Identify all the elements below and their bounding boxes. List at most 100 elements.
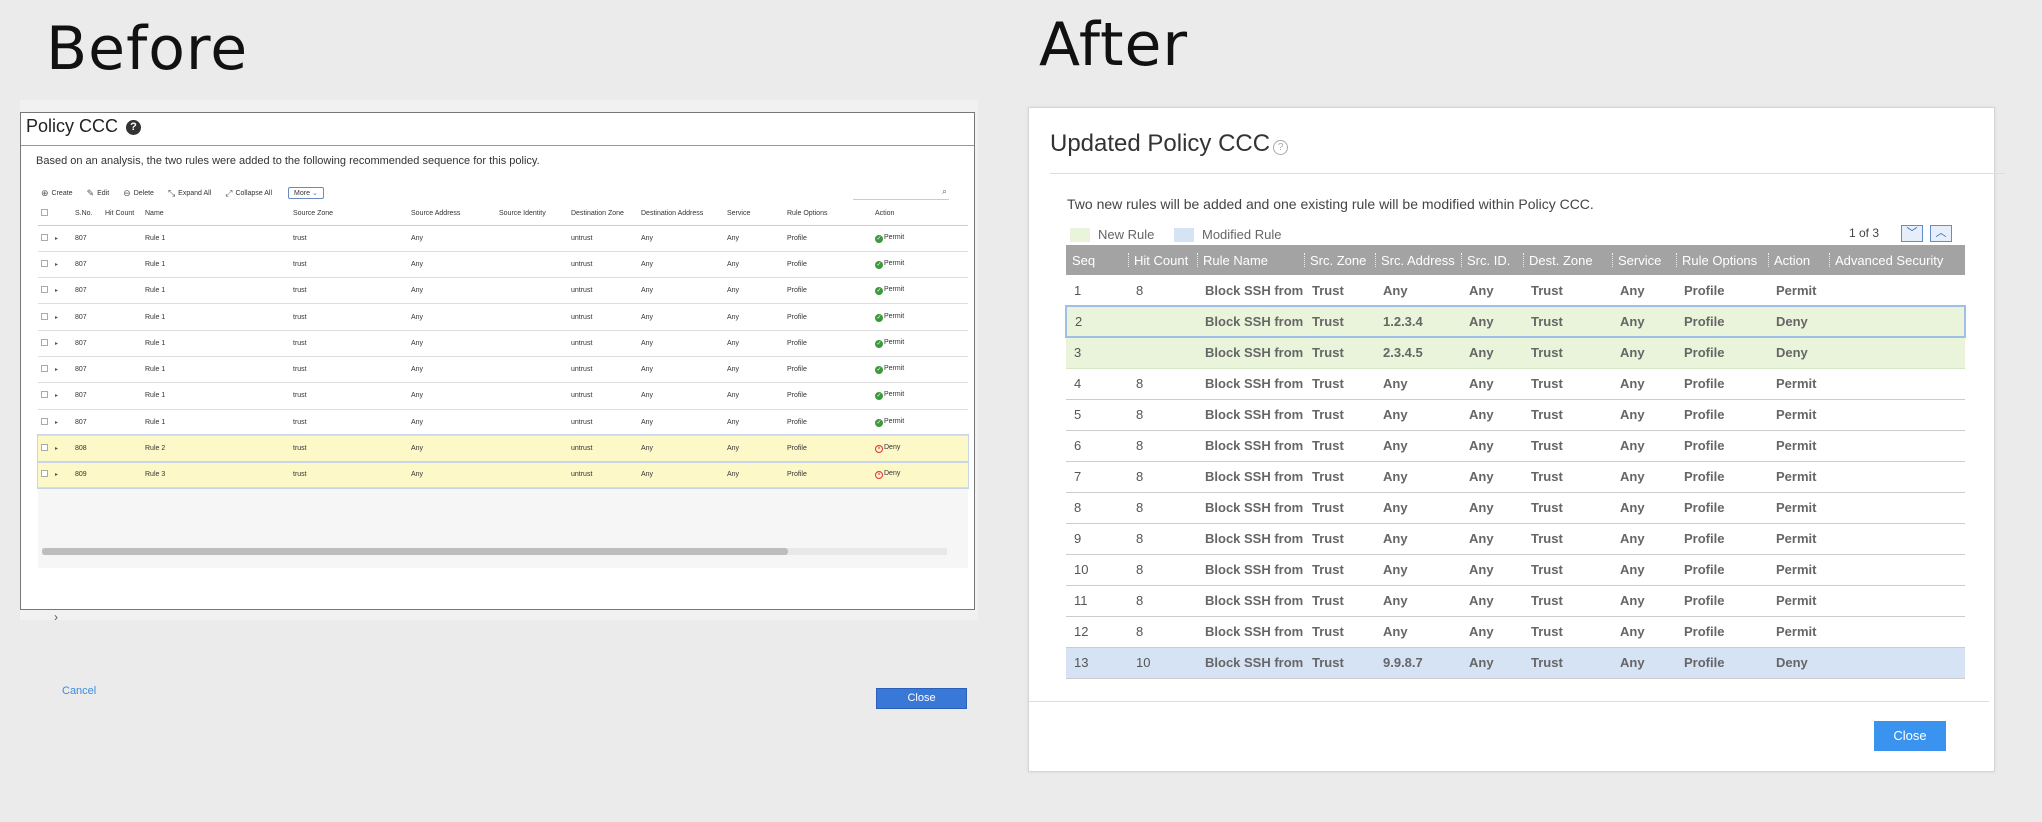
table-row[interactable]: 3 Block SSH from... Trust 2.3.4.5 Any Trust An… <box>1066 337 1965 369</box>
table-row[interactable]: 1 8 Block SSH from... Trust Any Any Trust Any Pr… <box>1066 275 1965 307</box>
column-header[interactable]: Src. Zone <box>1304 245 1375 275</box>
help-icon[interactable]: ? <box>1273 140 1289 155</box>
row-select-cell[interactable] <box>38 330 52 357</box>
table-row[interactable]: ▸ 807 Rule 1 trust Any untrust Any Any Profile ✓ P… <box>38 251 968 279</box>
table-row[interactable]: ▸ 807 Rule 1 trust Any untrust Any Any Profile ✓ P… <box>38 356 968 384</box>
row-checkbox[interactable] <box>41 338 48 346</box>
delete-button[interactable]: ⊖ Delete <box>123 188 154 199</box>
table-row[interactable]: 10 8 Block SSH from... Trust Any Any Trust Any P… <box>1066 554 1965 586</box>
after-description: Two new rules will be added and one exis… <box>1067 196 1594 212</box>
row-checkbox[interactable] <box>41 391 48 399</box>
search-icon: ⌕ <box>941 186 947 196</box>
edit-button[interactable]: ✎ Edit <box>87 188 110 199</box>
row-select-cell[interactable] <box>38 382 52 410</box>
row-checkbox[interactable] <box>41 259 48 267</box>
column-header[interactable]: Rule Options <box>784 203 872 226</box>
table-row[interactable]: 12 8 Block SSH from... Trust Any Any Trust Any P… <box>1066 616 1965 648</box>
row-checkbox[interactable] <box>41 312 48 320</box>
more-dropdown[interactable]: More ⌄ <box>288 187 324 199</box>
column-header[interactable]: Destination Address <box>638 203 724 226</box>
scrollbar-thumb[interactable] <box>42 548 788 555</box>
column-header[interactable]: Dest. Zone <box>1523 245 1612 275</box>
create-button[interactable]: ⊕ Create <box>41 188 73 199</box>
table-row[interactable]: 5 8 Block SSH from... Trust Any Any Trust Any Pr… <box>1066 399 1965 431</box>
column-header[interactable]: Rule Name <box>1197 245 1304 275</box>
row-checkbox[interactable] <box>41 470 48 478</box>
rule-options-cell: Profile <box>1676 585 1768 617</box>
before-dialog-title: Policy CCC? <box>26 116 142 137</box>
table-row[interactable]: ▸ 807 Rule 1 trust Any untrust Any Any Profile ✓ P… <box>38 277 968 305</box>
table-row[interactable]: ▸ 807 Rule 1 trust Any untrust Any Any Profile ✓ P… <box>38 225 968 252</box>
expand-row-icon[interactable]: ▸ <box>52 330 72 357</box>
before-close-button[interactable]: Close <box>876 688 967 709</box>
chevron-right-icon[interactable]: › <box>54 610 58 624</box>
row-checkbox[interactable] <box>41 417 48 425</box>
search-input[interactable]: ⌕ <box>853 186 949 200</box>
collapse-all-button[interactable]: ⤢ Collapse All <box>225 188 272 199</box>
column-header[interactable]: Hit Count <box>102 203 142 226</box>
table-row[interactable]: ▸ 807 Rule 1 trust Any untrust Any Any Profile ✓ P… <box>38 382 968 410</box>
row-select-cell[interactable] <box>38 277 52 305</box>
column-header[interactable]: Action <box>1768 245 1829 275</box>
column-header[interactable]: Advanced Security <box>1829 245 1965 275</box>
column-header[interactable]: S.No. <box>72 203 102 226</box>
column-header[interactable]: Destination Zone <box>568 203 638 226</box>
after-heading: After <box>1039 10 1189 80</box>
expand-row-icon[interactable]: ▸ <box>52 409 72 436</box>
expand-row-icon[interactable]: ▸ <box>52 435 72 463</box>
table-row[interactable]: ▸ 807 Rule 1 trust Any untrust Any Any Profile ✓ P… <box>38 409 968 436</box>
column-header[interactable]: Service <box>1612 245 1676 275</box>
select-all-checkbox[interactable] <box>41 209 48 217</box>
table-row[interactable]: 2 Block SSH from... Trust 1.2.3.4 Any Trust An… <box>1065 305 1966 338</box>
expand-row-icon[interactable]: ▸ <box>52 356 72 384</box>
table-row[interactable]: ▸ 808 Rule 2 trust Any untrust Any Any Profile × D… <box>37 434 969 463</box>
row-checkbox[interactable] <box>41 444 48 452</box>
column-header[interactable]: Action <box>872 203 968 226</box>
column-header[interactable]: Src. ID. <box>1461 245 1523 275</box>
help-icon[interactable]: ? <box>126 120 142 135</box>
table-row[interactable]: 9 8 Block SSH from... Trust Any Any Trust Any Pr… <box>1066 523 1965 555</box>
expand-row-icon[interactable]: ▸ <box>52 382 72 410</box>
row-select-cell[interactable] <box>38 435 52 463</box>
row-checkbox[interactable] <box>41 233 48 241</box>
row-select-cell[interactable] <box>38 225 52 252</box>
row-select-cell[interactable] <box>38 356 52 384</box>
row-select-cell[interactable] <box>38 409 52 436</box>
row-checkbox[interactable] <box>41 286 48 294</box>
table-row[interactable]: 11 8 Block SSH from... Trust Any Any Trust Any P… <box>1066 585 1965 617</box>
prev-page-button[interactable]: ︿ <box>1930 225 1952 242</box>
next-page-button[interactable]: ﹀ <box>1901 225 1923 242</box>
select-all-cell[interactable] <box>38 203 52 226</box>
expand-row-icon[interactable]: ▸ <box>52 225 72 252</box>
row-select-cell[interactable] <box>38 251 52 279</box>
column-header[interactable]: Service <box>724 203 784 226</box>
table-row[interactable]: 4 8 Block SSH from... Trust Any Any Trust Any Pr… <box>1066 368 1965 400</box>
table-row[interactable]: 13 10 Block SSH from... Trust 9.9.8.7 Any Trus… <box>1066 647 1965 679</box>
row-select-cell[interactable] <box>38 461 52 489</box>
after-close-button[interactable]: Close <box>1874 721 1946 751</box>
table-row[interactable]: ▸ 807 Rule 1 trust Any untrust Any Any Profile ✓ P… <box>38 330 968 357</box>
table-row[interactable]: 8 8 Block SSH from... Trust Any Any Trust Any Pr… <box>1066 492 1965 524</box>
expand-row-icon[interactable]: ▸ <box>52 277 72 305</box>
table-row[interactable]: ▸ 809 Rule 3 trust Any untrust Any Any Profile × D… <box>37 460 969 489</box>
column-header[interactable]: Seq <box>1066 245 1128 275</box>
row-checkbox[interactable] <box>41 365 48 373</box>
column-header[interactable]: Source Address <box>408 203 496 226</box>
expand-row-icon[interactable]: ▸ <box>52 461 72 489</box>
expand-all-button[interactable]: ⤡ Expand All <box>168 188 211 199</box>
column-header[interactable]: Src. Address <box>1375 245 1461 275</box>
row-select-cell[interactable] <box>38 303 52 331</box>
expand-row-icon[interactable]: ▸ <box>52 303 72 331</box>
table-row[interactable]: ▸ 807 Rule 1 trust Any untrust Any Any Profile ✓ P… <box>38 303 968 331</box>
table-row[interactable]: 6 8 Block SSH from... Trust Any Any Trust Any Pr… <box>1066 430 1965 462</box>
table-row[interactable]: 7 8 Block SSH from... Trust Any Any Trust Any Pr… <box>1066 461 1965 493</box>
column-header[interactable]: Source Zone <box>290 203 408 226</box>
service-cell: Any <box>724 277 784 305</box>
after-title-text: Updated Policy CCC <box>1050 130 1271 157</box>
column-header[interactable]: Hit Count <box>1128 245 1197 275</box>
cancel-button[interactable]: Cancel <box>62 685 96 697</box>
column-header[interactable]: Name <box>142 203 290 226</box>
column-header[interactable]: Source Identity <box>496 203 568 226</box>
expand-row-icon[interactable]: ▸ <box>52 251 72 279</box>
column-header[interactable]: Rule Options <box>1676 245 1768 275</box>
